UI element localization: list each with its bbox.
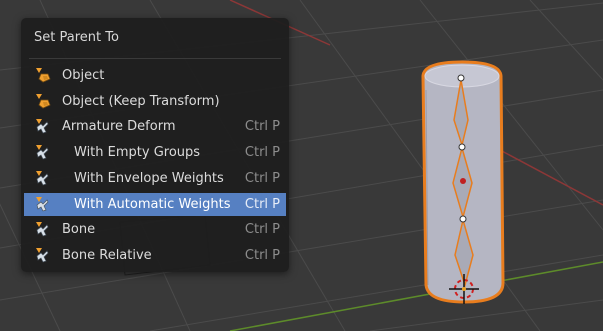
menu-item-label: With Envelope Weights: [74, 170, 224, 186]
menu-item-shortcut: Ctrl P: [244, 222, 280, 238]
menu-item-label: Armature Deform: [62, 119, 176, 135]
menu-item-label: Bone: [62, 222, 96, 238]
armature-icon: [33, 196, 51, 213]
menu-item-shortcut: Ctrl P: [244, 170, 280, 186]
menu-item-label: With Automatic Weights: [74, 196, 231, 212]
menu-separator: [29, 58, 281, 59]
object-icon: [33, 67, 51, 84]
menu-item-shortcut: Ctrl P: [244, 196, 280, 212]
menu-item-shortcut: Ctrl P: [244, 145, 280, 161]
menu-item-with-envelope-weights[interactable]: With Envelope Weights Ctrl P: [24, 167, 286, 190]
armature-icon: [33, 221, 51, 238]
set-parent-menu: Set Parent To Object Object (Keep Transfo…: [21, 18, 289, 272]
menu-item-label: Object (Keep Transform): [62, 93, 220, 109]
menu-title: Set Parent To: [34, 30, 119, 45]
menu-item-shortcut: Ctrl P: [244, 119, 280, 135]
menu-item-with-automatic-weights[interactable]: With Automatic Weights Ctrl P: [24, 192, 286, 216]
armature-icon: [33, 170, 51, 187]
menu-item-object[interactable]: Object: [24, 64, 286, 87]
menu-item-label: Object: [62, 68, 105, 83]
menu-item-object-keep-transform[interactable]: Object (Keep Transform): [24, 90, 286, 113]
armature-icon: [33, 118, 51, 135]
armature-icon: [33, 144, 51, 161]
armature-icon: [33, 247, 51, 264]
menu-item-label: Bone Relative: [62, 247, 152, 263]
menu-item-label: With Empty Groups: [74, 145, 201, 161]
menu-item-with-empty-groups[interactable]: With Empty Groups Ctrl P: [24, 141, 286, 164]
menu-item-armature-deform[interactable]: Armature Deform Ctrl P: [24, 115, 286, 138]
menu-item-bone-relative[interactable]: Bone Relative Ctrl P: [24, 244, 286, 267]
origin-dot: [460, 178, 466, 184]
menu-item-shortcut: Ctrl P: [244, 247, 280, 263]
menu-item-bone[interactable]: Bone Ctrl P: [24, 218, 286, 241]
object-icon: [33, 93, 51, 110]
